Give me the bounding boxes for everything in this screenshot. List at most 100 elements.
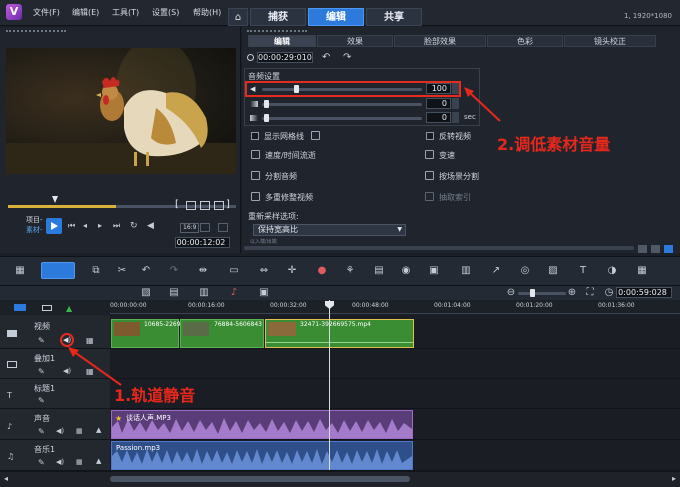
volume-envelope[interactable] xyxy=(266,342,413,343)
screen-capture-icon[interactable]: ▭ xyxy=(228,265,240,277)
scroll-thumb[interactable] xyxy=(110,476,410,482)
speed-icon[interactable] xyxy=(251,150,260,159)
tab-options-effect[interactable]: 效果 xyxy=(317,35,393,47)
chapter-icon[interactable]: ▣ xyxy=(258,287,270,299)
play-button[interactable] xyxy=(46,218,62,234)
transition-icon[interactable]: ◎ xyxy=(519,265,531,277)
zoom-out-icon[interactable]: ⊖ xyxy=(505,287,517,299)
mask-creator-icon[interactable]: ⚘ xyxy=(344,265,356,277)
split-screen-icon[interactable]: ▥ xyxy=(460,265,472,277)
video-clip-1[interactable]: 10685-2269 xyxy=(111,319,181,348)
timeline-view-button[interactable] xyxy=(41,262,75,279)
multi-trim-icon[interactable] xyxy=(251,192,260,201)
home-icon[interactable]: ⌂ xyxy=(228,8,248,26)
volume-slider-handle[interactable] xyxy=(294,85,299,93)
volume-field[interactable]: 100 xyxy=(426,83,451,94)
mic-icon[interactable]: ♪ xyxy=(228,287,240,299)
settings-icon[interactable] xyxy=(218,223,228,232)
gif-icon[interactable]: ▤ xyxy=(168,287,180,299)
track-option-icon[interactable]: ▲ xyxy=(96,426,101,434)
motion-tracking-icon[interactable]: ✛ xyxy=(286,265,298,277)
menu-tools[interactable]: 工具(T) xyxy=(112,7,139,18)
panel-grip[interactable] xyxy=(6,30,66,33)
track-lane-overlay[interactable] xyxy=(110,349,680,379)
split-by-scene-button[interactable]: 按场景分割 xyxy=(439,171,479,182)
title-icon[interactable]: ▣ xyxy=(428,265,440,277)
edit-icon[interactable]: ✎ xyxy=(38,458,45,467)
copy-icon[interactable]: ⧉ xyxy=(90,265,102,277)
playhead[interactable] xyxy=(329,300,330,470)
chapter-point-icon[interactable] xyxy=(42,305,52,311)
tab-share[interactable]: 共享 xyxy=(366,8,422,26)
video-clip-3-selected[interactable]: 32471-392669575.mp4 xyxy=(265,319,414,348)
volume-icon[interactable]: ◀ xyxy=(147,221,157,231)
fade-out-field[interactable]: 0 xyxy=(426,112,451,123)
track-mute-icon[interactable]: ◀) xyxy=(63,336,71,344)
menu-help[interactable]: 帮助(H) xyxy=(193,7,221,18)
freeze-frame-icon[interactable]: ▨ xyxy=(547,265,559,277)
mix-icon[interactable]: ▧ xyxy=(140,287,152,299)
tab-capture[interactable]: 捕获 xyxy=(250,8,306,26)
fade-out-stepper[interactable] xyxy=(452,112,459,123)
extract-index-icon[interactable] xyxy=(425,192,434,201)
color-grading-icon[interactable]: ◑ xyxy=(606,265,618,277)
split-by-scene-icon[interactable] xyxy=(425,171,434,180)
previous-frame-icon[interactable]: ◂ xyxy=(83,221,92,230)
extract-index-button[interactable]: 抽取索引 xyxy=(439,192,471,203)
tab-options-lens[interactable]: 镜头校正 xyxy=(564,35,656,47)
duration-field[interactable]: 00:00:29:010 xyxy=(257,52,313,63)
video-clip-2[interactable]: 76884-5606843 xyxy=(180,319,264,348)
grid-checkbox[interactable] xyxy=(251,132,259,140)
fullscreen-icon[interactable] xyxy=(214,201,224,210)
aspect-ratio-button[interactable]: 16:9 xyxy=(180,223,200,233)
edit-icon[interactable]: ✎ xyxy=(38,367,45,376)
multi-camera-icon[interactable]: ◉ xyxy=(400,265,412,277)
resample-dropdown[interactable]: 保持宽高比 ▼ xyxy=(253,224,406,236)
fade-in-field[interactable]: 0 xyxy=(426,98,451,109)
fade-out-slider[interactable] xyxy=(262,117,422,120)
mark-in-button[interactable]: [ xyxy=(175,199,179,210)
timeline-ruler[interactable]: 00:00:00:00 00:00:16:00 00:00:32:00 00:0… xyxy=(110,300,680,314)
rotate-left-icon[interactable]: ↶ xyxy=(322,52,330,63)
scroll-left-icon[interactable]: ◂ xyxy=(0,474,12,484)
tab-options-color[interactable]: 色彩 xyxy=(487,35,563,47)
go-to-end-icon[interactable]: ⏭ xyxy=(113,221,122,230)
zoom-slider[interactable] xyxy=(518,292,566,295)
record-icon[interactable]: ● xyxy=(316,265,328,277)
audio-ducking-icon[interactable]: ▦ xyxy=(636,265,648,277)
track-grid-icon[interactable]: ▦ xyxy=(76,458,83,466)
reverse-checkbox[interactable] xyxy=(426,132,434,140)
subtitle-editor-icon[interactable]: ▤ xyxy=(373,265,385,277)
volume-slider[interactable] xyxy=(262,88,422,91)
tab-edit[interactable]: 编辑 xyxy=(308,8,364,26)
track-manager-icon[interactable] xyxy=(14,304,26,311)
ripple-edit-icon[interactable]: ▲ xyxy=(66,304,72,313)
split-audio-button[interactable]: 分割音频 xyxy=(265,171,297,182)
fade-in-slider[interactable] xyxy=(262,103,422,106)
rotate-right-icon[interactable]: ↷ xyxy=(343,52,351,63)
mode-clip[interactable]: 素材- xyxy=(26,225,43,235)
repeat-icon[interactable]: ↻ xyxy=(130,221,140,231)
go-to-start-icon[interactable]: ⏮ xyxy=(68,221,77,230)
fx-icon[interactable]: ▥ xyxy=(198,287,210,299)
fit-project-icon[interactable]: ⇹ xyxy=(197,265,209,277)
menu-settings[interactable]: 设置(S) xyxy=(152,7,179,18)
track-lane-title[interactable] xyxy=(110,379,680,409)
mark-out-button[interactable]: ] xyxy=(226,199,230,210)
storyboard-view-icon[interactable]: ▦ xyxy=(14,265,26,277)
options-scrollbar[interactable] xyxy=(244,246,634,250)
next-frame-icon[interactable]: ▸ xyxy=(98,221,107,230)
speed-time-lapse-button[interactable]: 速度/时间流逝 xyxy=(265,150,316,161)
cut-icon[interactable]: ✂ xyxy=(116,265,128,277)
speaker-icon[interactable]: ◀) xyxy=(56,458,64,466)
fade-out-handle[interactable] xyxy=(264,114,269,122)
scroll-right-icon[interactable]: ▸ xyxy=(668,474,680,484)
fade-in-handle[interactable] xyxy=(264,100,269,108)
mode-project[interactable]: 项目- xyxy=(26,215,43,225)
panel-expand-icon[interactable] xyxy=(664,245,673,253)
crop-icon[interactable] xyxy=(200,223,210,232)
track-grid-icon[interactable]: ▦ xyxy=(86,336,94,345)
panel-toggle-icon[interactable] xyxy=(638,245,647,253)
multi-trim-button[interactable]: 多重修整视频 xyxy=(265,192,313,203)
undo-icon[interactable]: ↶ xyxy=(140,265,152,277)
